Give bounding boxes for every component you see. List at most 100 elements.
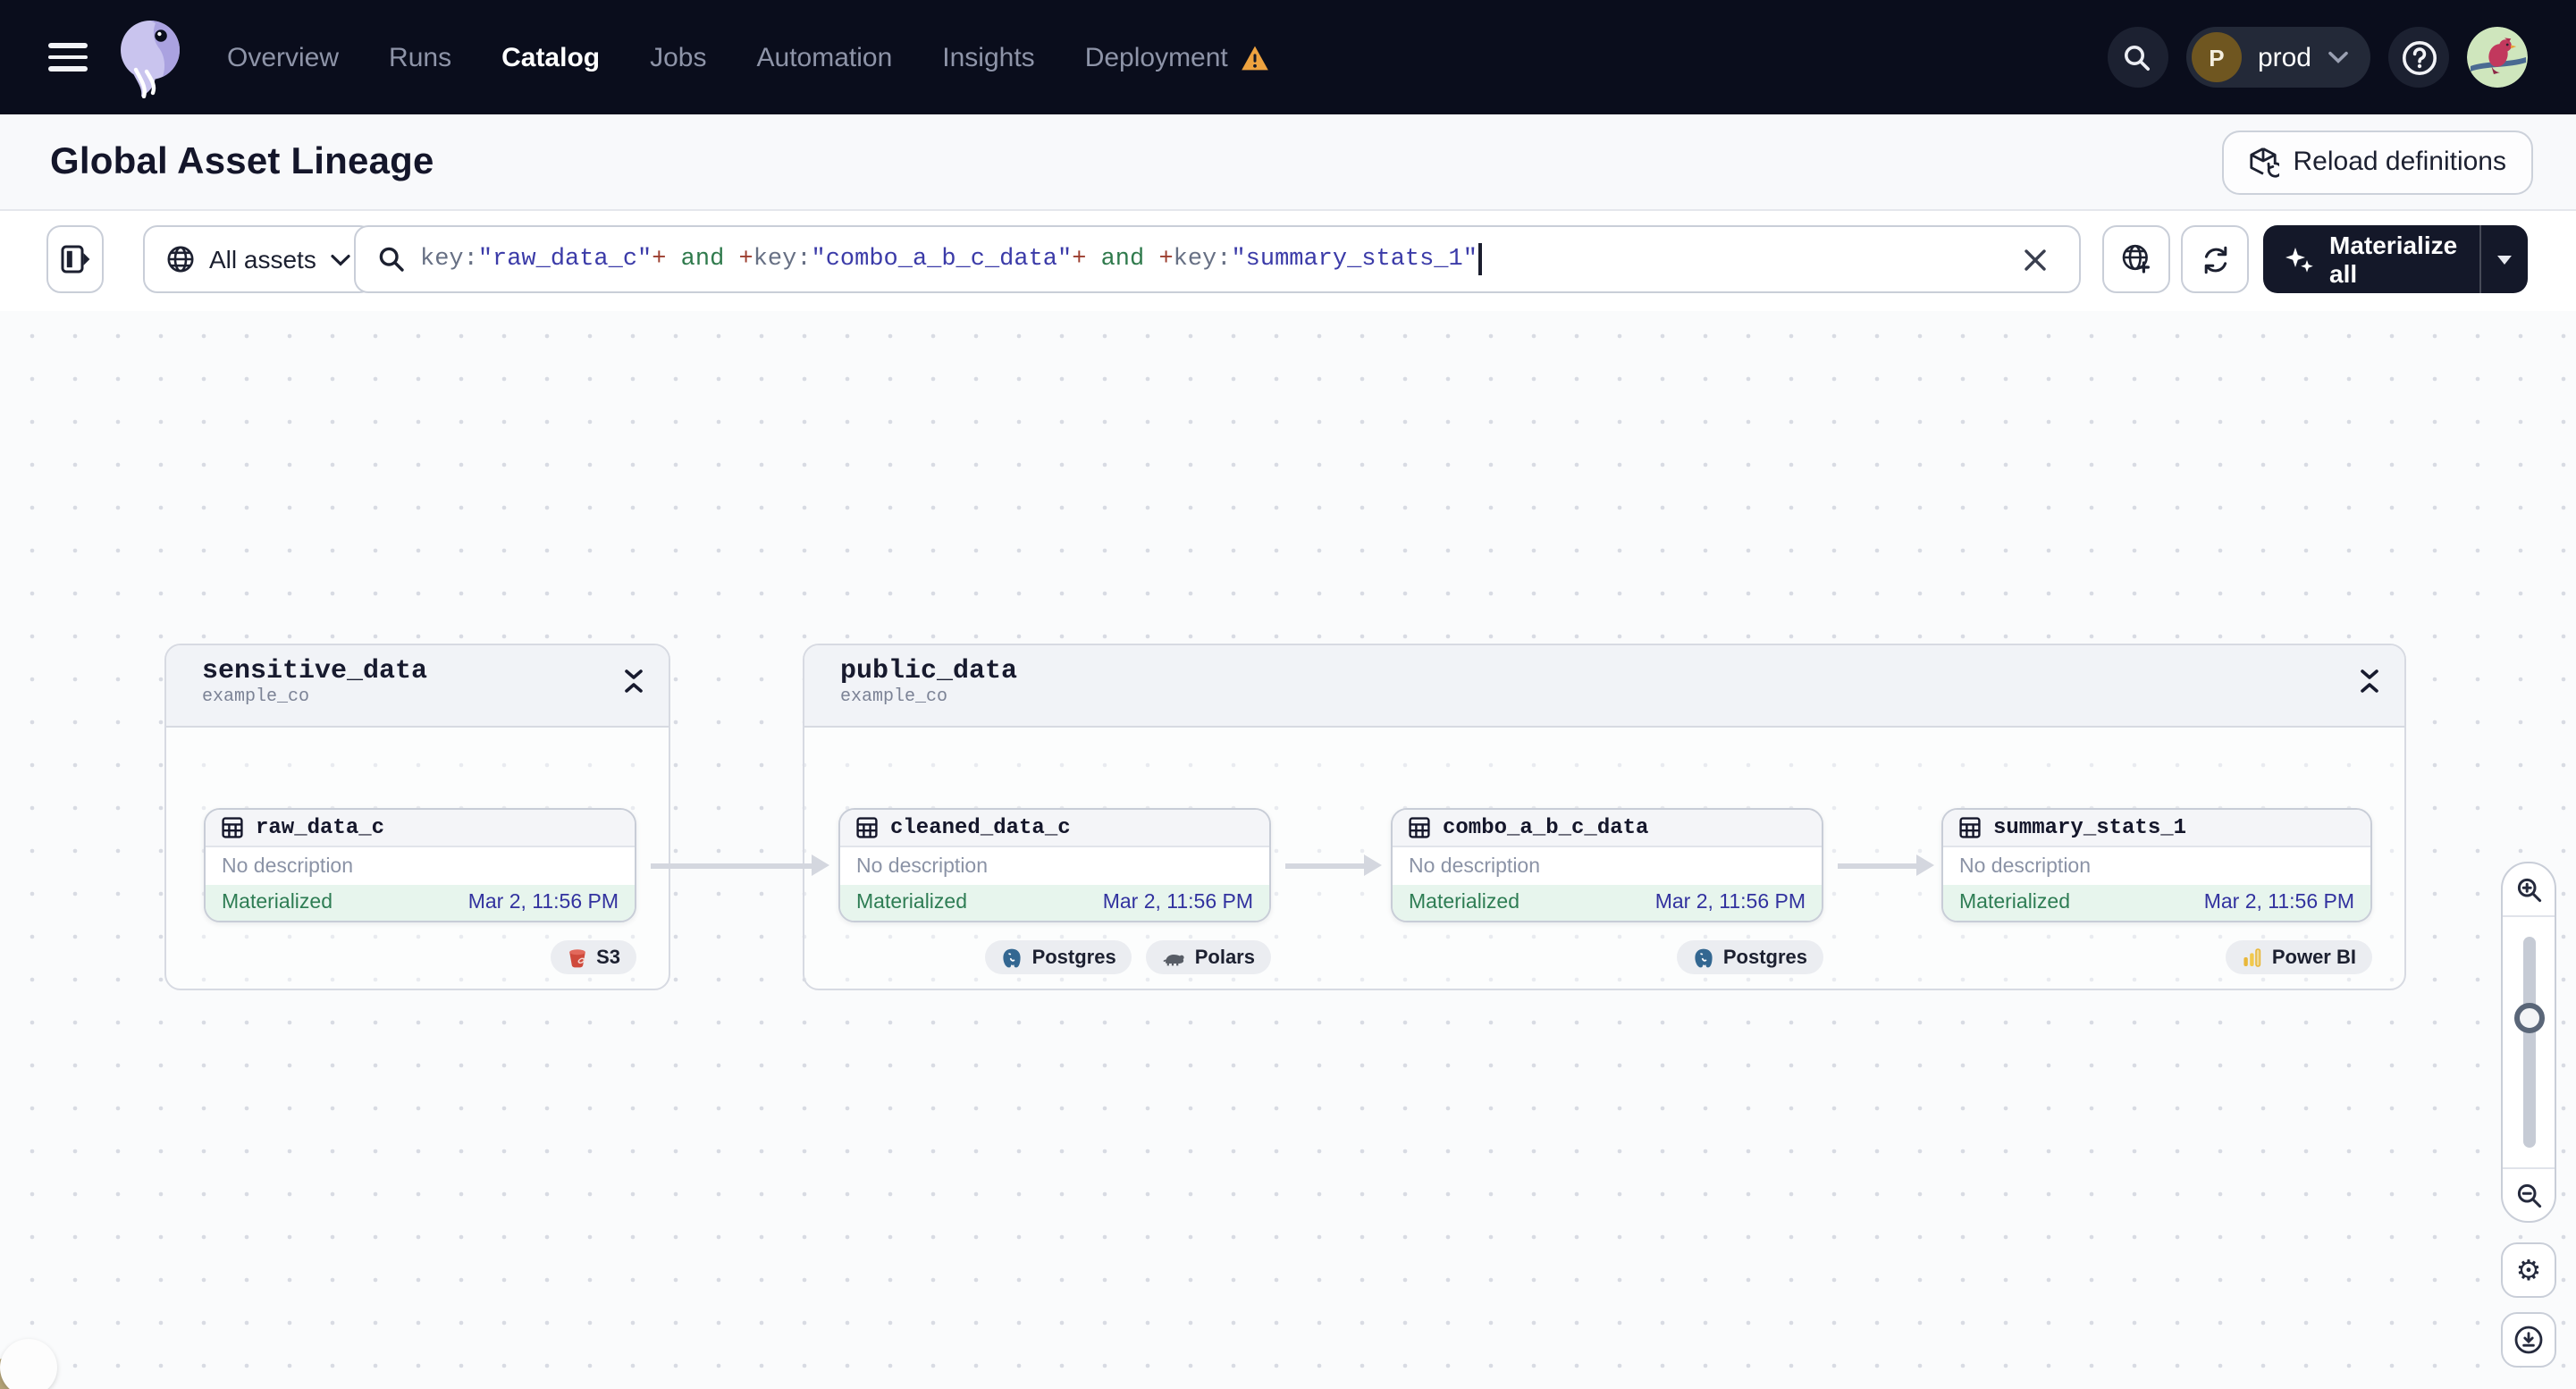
tag-postgres[interactable]: Postgres: [1676, 940, 1823, 974]
text-caret: [1478, 243, 1482, 275]
chevron-down-icon: [2328, 50, 2349, 64]
group-header[interactable]: public_data example_co: [804, 645, 2404, 728]
corner-decoration: [0, 1339, 61, 1389]
group-name: public_data: [840, 656, 1018, 686]
edge-combo-to-summary: [1838, 863, 1916, 868]
materialize-options-button[interactable]: [2479, 225, 2528, 293]
asset-name: raw_data_c: [256, 815, 385, 840]
nav-item-deployment[interactable]: Deployment: [1085, 42, 1269, 72]
zoom-slider[interactable]: [2503, 917, 2555, 1167]
edge-raw-to-cleaned: [651, 863, 812, 868]
asset-description: No description: [1393, 847, 1822, 885]
dagster-logo[interactable]: [113, 16, 188, 98]
materialization-timestamp: Mar 2, 11:56 PM: [1654, 892, 1806, 913]
asset-status-row: Materialized Mar 2, 11:56 PM: [206, 885, 635, 921]
postgres-icon: [1693, 947, 1714, 968]
edge-arrowhead: [1916, 854, 1934, 876]
s3-icon: [566, 947, 587, 968]
tag-postgres[interactable]: Postgres: [985, 940, 1132, 974]
status-badge: Materialized: [856, 892, 967, 913]
polars-icon: [1163, 948, 1186, 966]
collapse-group-icon[interactable]: [624, 669, 644, 694]
group-header[interactable]: sensitive_data example_co: [166, 645, 669, 728]
asset-node-header: summary_stats_1: [1943, 810, 2370, 847]
nav-links: Overview Runs Catalog Jobs Automation In…: [227, 42, 1269, 72]
asset-description: No description: [206, 847, 635, 885]
reload-cube-icon: [2249, 146, 2279, 178]
tag-power-bi[interactable]: Power BI: [2225, 940, 2372, 974]
help-button[interactable]: [2388, 27, 2449, 88]
asset-name: summary_stats_1: [1993, 815, 2187, 840]
edge-cleaned-to-combo: [1285, 863, 1364, 868]
asset-name: cleaned_data_c: [890, 815, 1071, 840]
materialization-timestamp: Mar 2, 11:56 PM: [467, 892, 619, 913]
dagster-app: Overview Runs Catalog Jobs Automation In…: [0, 0, 2576, 1389]
asset-status-row: Materialized Mar 2, 11:56 PM: [1393, 885, 1822, 921]
status-badge: Materialized: [222, 892, 333, 913]
deployment-name: prod: [2257, 42, 2311, 72]
globe-icon: [166, 245, 195, 274]
nav-item-jobs[interactable]: Jobs: [650, 42, 706, 72]
zoom-in-button[interactable]: [2503, 863, 2555, 917]
asset-node-header: combo_a_b_c_data: [1393, 810, 1822, 847]
asset-node-combo-a-b-c-data[interactable]: combo_a_b_c_data No description Material…: [1391, 808, 1823, 922]
open-sidebar-button[interactable]: [46, 225, 104, 293]
deployment-switcher[interactable]: P prod: [2185, 27, 2370, 88]
zoom-slider-track[interactable]: [2522, 937, 2535, 1148]
lineage-canvas[interactable]: sensitive_data example_co public_data ex…: [0, 311, 2576, 1389]
reload-definitions-button[interactable]: Reload definitions: [2221, 130, 2533, 194]
nav-item-insights[interactable]: Insights: [942, 42, 1034, 72]
search-query-text: key: "raw_data_c" + and + key: "combo_a_b_c_…: [420, 243, 1482, 275]
download-image-button[interactable]: [2501, 1312, 2556, 1368]
asset-status-row: Materialized Mar 2, 11:56 PM: [840, 885, 1269, 921]
table-icon: [1959, 817, 1981, 838]
edge-arrowhead: [812, 854, 829, 876]
top-nav-right: P prod: [2107, 27, 2528, 88]
hamburger-menu-icon[interactable]: [48, 43, 88, 72]
asset-description: No description: [1943, 847, 2370, 885]
asset-node-header: raw_data_c: [206, 810, 635, 847]
nav-item-catalog[interactable]: Catalog: [501, 42, 600, 72]
globe-plus-icon: [2120, 243, 2152, 275]
tag-polars[interactable]: Polars: [1146, 940, 1271, 974]
asset-tags-summary-stats-1: Power BI: [2225, 940, 2372, 974]
asset-node-header: cleaned_data_c: [840, 810, 1269, 847]
page-header: Global Asset Lineage Reload definitions: [0, 114, 2576, 211]
materialize-all-button[interactable]: Materialize all: [2263, 231, 2479, 288]
table-icon: [856, 817, 878, 838]
powerbi-icon: [2242, 947, 2263, 968]
materialize-all-split-button: Materialize all: [2263, 225, 2528, 293]
collapse-group-icon[interactable]: [2360, 669, 2379, 694]
materialization-timestamp: Mar 2, 11:56 PM: [1102, 892, 1253, 913]
asset-status-row: Materialized Mar 2, 11:56 PM: [1943, 885, 2370, 921]
group-location: example_co: [840, 688, 948, 708]
graph-settings-button[interactable]: ⚙: [2501, 1242, 2556, 1298]
global-search-button[interactable]: [2107, 27, 2168, 88]
asset-node-raw-data-c[interactable]: raw_data_c No description Materialized M…: [204, 808, 636, 922]
panel-toggle-icon: [60, 245, 90, 274]
caret-down-icon: [2497, 255, 2512, 264]
tag-s3[interactable]: S3: [550, 940, 636, 974]
clear-search-button[interactable]: [2011, 236, 2058, 282]
refresh-button[interactable]: [2181, 225, 2249, 293]
chevron-down-icon: [331, 253, 350, 265]
asset-search-input[interactable]: key: "raw_data_c" + and + key: "combo_a_b_c_…: [354, 225, 2081, 293]
asset-tags-combo-a-b-c-data: Postgres: [1676, 940, 1823, 974]
table-icon: [1409, 817, 1430, 838]
nav-item-automation[interactable]: Automation: [757, 42, 893, 72]
new-catalog-view-button[interactable]: [2102, 225, 2170, 293]
user-avatar[interactable]: [2467, 27, 2528, 88]
zoom-slider-handle[interactable]: [2513, 1003, 2544, 1033]
zoom-in-icon: [2514, 875, 2543, 904]
zoom-out-button[interactable]: [2503, 1167, 2555, 1221]
table-icon: [222, 817, 243, 838]
postgres-icon: [1002, 947, 1023, 968]
asset-scope-dropdown[interactable]: All assets: [143, 225, 374, 293]
asset-description: No description: [840, 847, 1269, 885]
asset-node-cleaned-data-c[interactable]: cleaned_data_c No description Materializ…: [838, 808, 1271, 922]
group-name: sensitive_data: [202, 656, 428, 686]
asset-node-summary-stats-1[interactable]: summary_stats_1 No description Materiali…: [1941, 808, 2372, 922]
nav-item-overview[interactable]: Overview: [227, 42, 339, 72]
nav-item-runs[interactable]: Runs: [389, 42, 451, 72]
zoom-controls: [2501, 862, 2556, 1223]
